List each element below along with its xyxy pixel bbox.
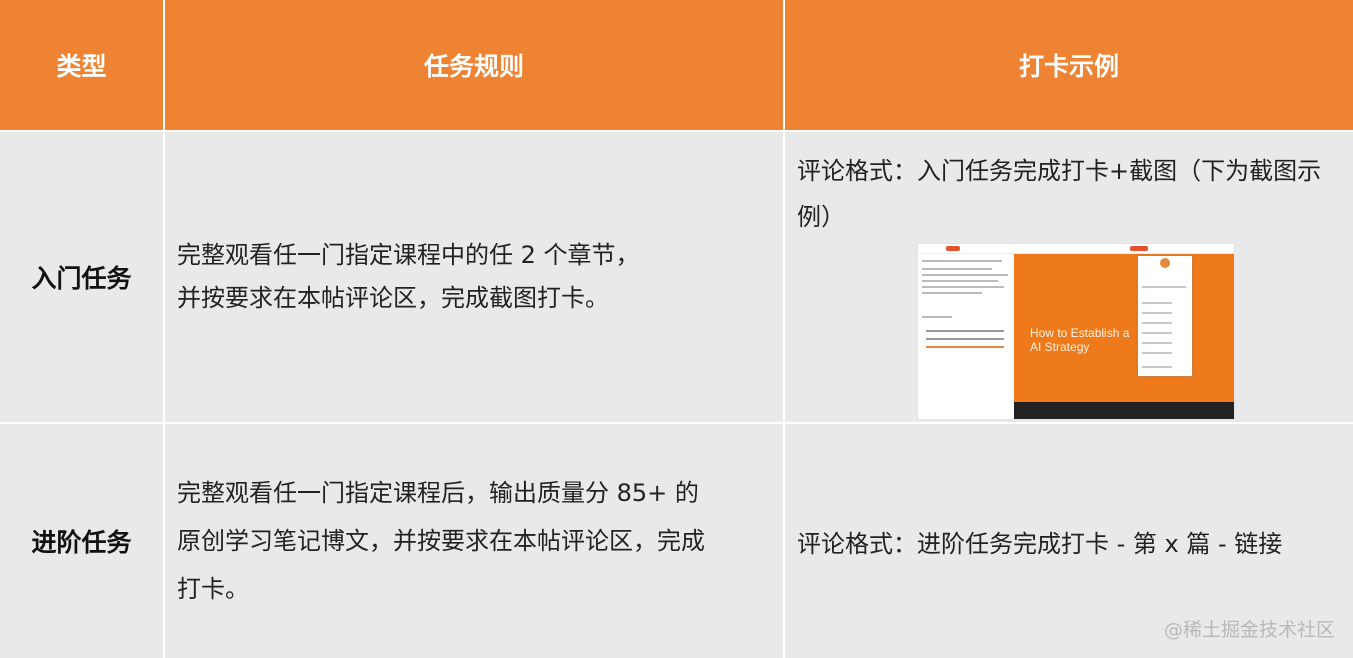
sidebar-line — [922, 280, 998, 282]
row-2-rule: 完整观看任一门指定课程后，输出质量分 85+ 的 原创学习笔记博文，并按要求在本… — [165, 424, 785, 658]
sidebar-line — [922, 316, 952, 318]
row-1-type: 入门任务 — [0, 132, 165, 424]
header-rule: 任务规则 — [165, 0, 785, 132]
sidebar-line — [922, 260, 1002, 262]
row-1-rule: 完整观看任一门指定课程中的任 2 个章节， 并按要求在本帖评论区，完成截图打卡。 — [165, 132, 785, 424]
header-example-label: 打卡示例 — [1018, 52, 1119, 81]
screenshot-video-controls — [1014, 402, 1234, 419]
row-1-example: 评论格式：入门任务完成打卡+截图（下为截图示例） How to Establis… — [785, 132, 1353, 424]
screenshot-course-sidebar — [918, 254, 1014, 419]
row-2-rule-line-2: 原创学习笔记博文，并按要求在本帖评论区，完成 — [177, 527, 705, 555]
menu-line — [1142, 286, 1186, 288]
watermark: @稀土掘金技术社区 — [1163, 619, 1335, 641]
menu-line — [1142, 312, 1172, 314]
menu-line — [1142, 302, 1172, 304]
menu-line — [1142, 322, 1172, 324]
sidebar-line — [926, 346, 1004, 348]
row-2-example-text: 评论格式：进阶任务完成打卡 - 第 x 篇 - 链接 — [797, 529, 1283, 558]
menu-line — [1142, 352, 1172, 354]
header-type: 类型 — [0, 0, 165, 132]
video-title-line-1: How to Establish a — [1030, 326, 1130, 340]
row-2-rule-line-3: 打卡。 — [177, 575, 249, 603]
row-2-type-label: 进阶任务 — [31, 528, 132, 557]
header-example: 打卡示例 — [785, 0, 1353, 132]
video-title-line-2: AI Strategy — [1030, 340, 1090, 354]
avatar — [1160, 258, 1170, 268]
task-table: 类型 任务规则 打卡示例 入门任务 完整观看任一门指定课程中的任 2 个章节， … — [0, 0, 1353, 658]
screenshot-video: How to Establish a AI Strategy 让我们来讨论如何建… — [1014, 254, 1234, 412]
sidebar-line — [922, 274, 1008, 276]
row-1-type-label: 入门任务 — [31, 264, 132, 293]
screenshot-user-menu — [1138, 256, 1192, 376]
sidebar-line — [922, 292, 982, 294]
row-1-rule-line-2: 并按要求在本帖评论区，完成截图打卡。 — [177, 284, 609, 312]
screenshot-topbar — [918, 244, 1234, 254]
sidebar-line — [926, 330, 1004, 332]
header-rule-label: 任务规则 — [423, 52, 524, 81]
row-1-example-text: 评论格式：入门任务完成打卡+截图（下为截图示例） — [797, 157, 1322, 231]
sidebar-line — [922, 286, 1004, 288]
example-screenshot: How to Establish a AI Strategy 让我们来讨论如何建… — [918, 244, 1234, 419]
row-2-type: 进阶任务 — [0, 424, 165, 658]
sidebar-line — [926, 338, 1004, 340]
row-2-rule-line-1: 完整观看任一门指定课程后，输出质量分 85+ 的 — [177, 479, 699, 507]
header-type-label: 类型 — [56, 52, 107, 81]
menu-line — [1142, 342, 1172, 344]
screenshot-publish-button — [1130, 246, 1148, 251]
sidebar-line — [922, 268, 992, 270]
screenshot-logo-icon — [946, 246, 960, 251]
row-1-rule-line-1: 完整观看任一门指定课程中的任 2 个章节， — [177, 241, 640, 269]
video-title: How to Establish a AI Strategy — [1030, 326, 1129, 354]
menu-line — [1142, 366, 1172, 368]
menu-line — [1142, 332, 1172, 334]
